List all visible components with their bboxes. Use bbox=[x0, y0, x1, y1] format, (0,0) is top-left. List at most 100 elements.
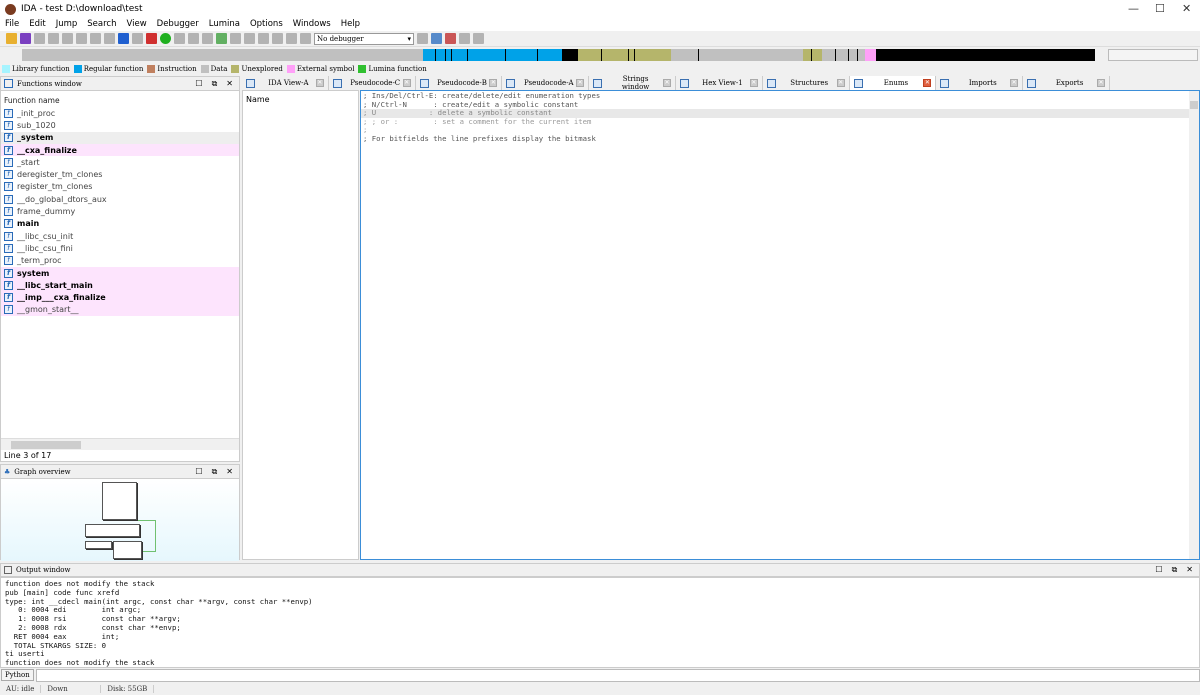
save-icon[interactable] bbox=[20, 33, 31, 44]
enum-icon[interactable] bbox=[202, 33, 213, 44]
delete-icon[interactable] bbox=[258, 33, 269, 44]
step-icon[interactable] bbox=[417, 33, 428, 44]
menu-debugger[interactable]: Debugger bbox=[152, 18, 204, 31]
function-row[interactable]: f register_tm_clones bbox=[1, 181, 239, 193]
search-icon[interactable] bbox=[132, 33, 143, 44]
close-button[interactable]: ✕ bbox=[1182, 2, 1191, 15]
tab-enums[interactable]: Enums ✕ bbox=[849, 76, 937, 90]
menu-view[interactable]: View bbox=[121, 18, 151, 31]
legend-item: Regular function bbox=[73, 64, 143, 73]
tab-close-icon[interactable]: ✕ bbox=[315, 79, 324, 87]
tab-close-icon[interactable]: ✕ bbox=[489, 79, 498, 87]
function-row[interactable]: f __libc_csu_init bbox=[1, 230, 239, 242]
minimize-button[interactable]: — bbox=[1128, 2, 1139, 15]
menu-lumina[interactable]: Lumina bbox=[204, 18, 245, 31]
tab-imports[interactable]: Imports ✕ bbox=[936, 76, 1024, 90]
enums-view[interactable]: ; Ins/Del/Ctrl-E: create/delete/edit enu… bbox=[360, 90, 1200, 560]
graph2-icon[interactable] bbox=[473, 33, 484, 44]
function-row[interactable]: f main bbox=[1, 218, 239, 230]
tab-exports[interactable]: Exports ✕ bbox=[1023, 76, 1110, 90]
menu-jump[interactable]: Jump bbox=[51, 18, 83, 31]
open-icon[interactable] bbox=[6, 33, 17, 44]
float-icon[interactable]: ☐ bbox=[1155, 565, 1162, 575]
horizontal-scrollbar[interactable] bbox=[1, 438, 239, 450]
tab-pseudocode-a[interactable]: Pseudocode-A ✕ bbox=[502, 76, 590, 90]
function-row[interactable]: f __gmon_start__ bbox=[1, 303, 239, 317]
vertical-scrollbar[interactable] bbox=[1189, 91, 1199, 559]
restore-icon[interactable]: ⧉ bbox=[212, 467, 218, 477]
binary-icon[interactable] bbox=[90, 33, 101, 44]
nav-scale-select[interactable] bbox=[1108, 49, 1198, 61]
menu-edit[interactable]: Edit bbox=[24, 18, 50, 31]
tab-close-icon[interactable]: ✕ bbox=[402, 79, 411, 87]
status-green-icon[interactable] bbox=[160, 33, 171, 44]
tab-close-icon[interactable]: ✕ bbox=[923, 79, 932, 87]
tab-pseudocode-b[interactable]: Pseudocode-B ✕ bbox=[415, 76, 503, 90]
name-column-header[interactable]: Name bbox=[246, 95, 270, 104]
function-row[interactable]: f __cxa_finalize bbox=[1, 143, 239, 157]
menu-windows[interactable]: Windows bbox=[288, 18, 336, 31]
attach-icon[interactable] bbox=[431, 33, 442, 44]
close-icon[interactable]: ✕ bbox=[1186, 565, 1193, 575]
function-row[interactable]: f _term_proc bbox=[1, 255, 239, 267]
menu-help[interactable]: Help bbox=[336, 18, 365, 31]
column-header[interactable]: Function name bbox=[1, 91, 239, 107]
close-icon[interactable]: ✕ bbox=[226, 79, 233, 89]
menu-search[interactable]: Search bbox=[82, 18, 121, 31]
tab-icon bbox=[679, 78, 689, 88]
function-row[interactable]: f _system bbox=[1, 131, 239, 144]
function-row[interactable]: f system bbox=[1, 266, 239, 280]
menu-file[interactable]: File bbox=[0, 18, 24, 31]
back-icon[interactable] bbox=[34, 33, 45, 44]
function-row[interactable]: f frame_dummy bbox=[1, 205, 239, 217]
tab-close-icon[interactable]: ✕ bbox=[1010, 79, 1019, 87]
function-row[interactable]: f __libc_start_main bbox=[1, 279, 239, 292]
tab-close-icon[interactable]: ✕ bbox=[1096, 79, 1105, 87]
trace-icon[interactable] bbox=[445, 33, 456, 44]
rename-icon[interactable] bbox=[244, 33, 255, 44]
float-icon[interactable]: ☐ bbox=[195, 79, 202, 89]
tab-structures[interactable]: Structures ✕ bbox=[762, 76, 850, 90]
tab-close-icon[interactable]: ✕ bbox=[576, 79, 585, 87]
paste-icon[interactable] bbox=[76, 33, 87, 44]
restore-icon[interactable]: ⧉ bbox=[212, 79, 218, 89]
copy-icon[interactable] bbox=[62, 33, 73, 44]
forward-icon[interactable] bbox=[48, 33, 59, 44]
edit-icon[interactable] bbox=[230, 33, 241, 44]
graph-icon[interactable] bbox=[459, 33, 470, 44]
output-window[interactable]: function does not modify the stack pub [m… bbox=[0, 577, 1200, 668]
restore-icon[interactable]: ⧉ bbox=[1172, 565, 1178, 575]
function-row[interactable]: f _start bbox=[1, 156, 239, 168]
print-icon[interactable] bbox=[104, 33, 115, 44]
tab-close-icon[interactable]: ✕ bbox=[836, 79, 845, 87]
function-row[interactable]: f sub_1020 bbox=[1, 119, 239, 131]
func-icon[interactable] bbox=[174, 33, 185, 44]
tab-close-icon[interactable]: ✕ bbox=[749, 79, 758, 87]
function-row[interactable]: f __do_global_dtors_aux bbox=[1, 193, 239, 205]
graph-canvas[interactable] bbox=[1, 479, 239, 561]
float-icon[interactable]: ☐ bbox=[195, 467, 202, 477]
python-button[interactable]: Python bbox=[1, 669, 34, 681]
tab-close-icon[interactable]: ✕ bbox=[662, 79, 671, 87]
jump-down-icon[interactable] bbox=[118, 33, 129, 44]
navigation-band[interactable] bbox=[22, 49, 1095, 61]
tab-pseudocode-c[interactable]: Pseudocode-C ✕ bbox=[328, 76, 416, 90]
tab-strings-window[interactable]: Strings window ✕ bbox=[589, 75, 676, 91]
play-icon[interactable] bbox=[272, 33, 283, 44]
function-row[interactable]: f _init_proc bbox=[1, 107, 239, 119]
debugger-select[interactable]: No debugger bbox=[314, 32, 414, 45]
command-input[interactable] bbox=[35, 668, 1200, 682]
function-row[interactable]: f __libc_csu_fini bbox=[1, 242, 239, 254]
function-row[interactable]: f deregister_tm_clones bbox=[1, 168, 239, 180]
tab-hex-view-1[interactable]: Hex View-1 ✕ bbox=[675, 76, 763, 90]
maximize-button[interactable]: ☐ bbox=[1155, 2, 1165, 15]
function-row[interactable]: f __imp___cxa_finalize bbox=[1, 291, 239, 304]
add-icon[interactable] bbox=[216, 33, 227, 44]
pause-icon[interactable] bbox=[286, 33, 297, 44]
analysis-icon[interactable] bbox=[146, 33, 157, 44]
tab-ida-view-a[interactable]: IDA View-A ✕ bbox=[242, 76, 329, 90]
menu-options[interactable]: Options bbox=[245, 18, 288, 31]
struct-icon[interactable] bbox=[188, 33, 199, 44]
close-icon[interactable]: ✕ bbox=[226, 467, 233, 477]
stop-icon[interactable] bbox=[300, 33, 311, 44]
